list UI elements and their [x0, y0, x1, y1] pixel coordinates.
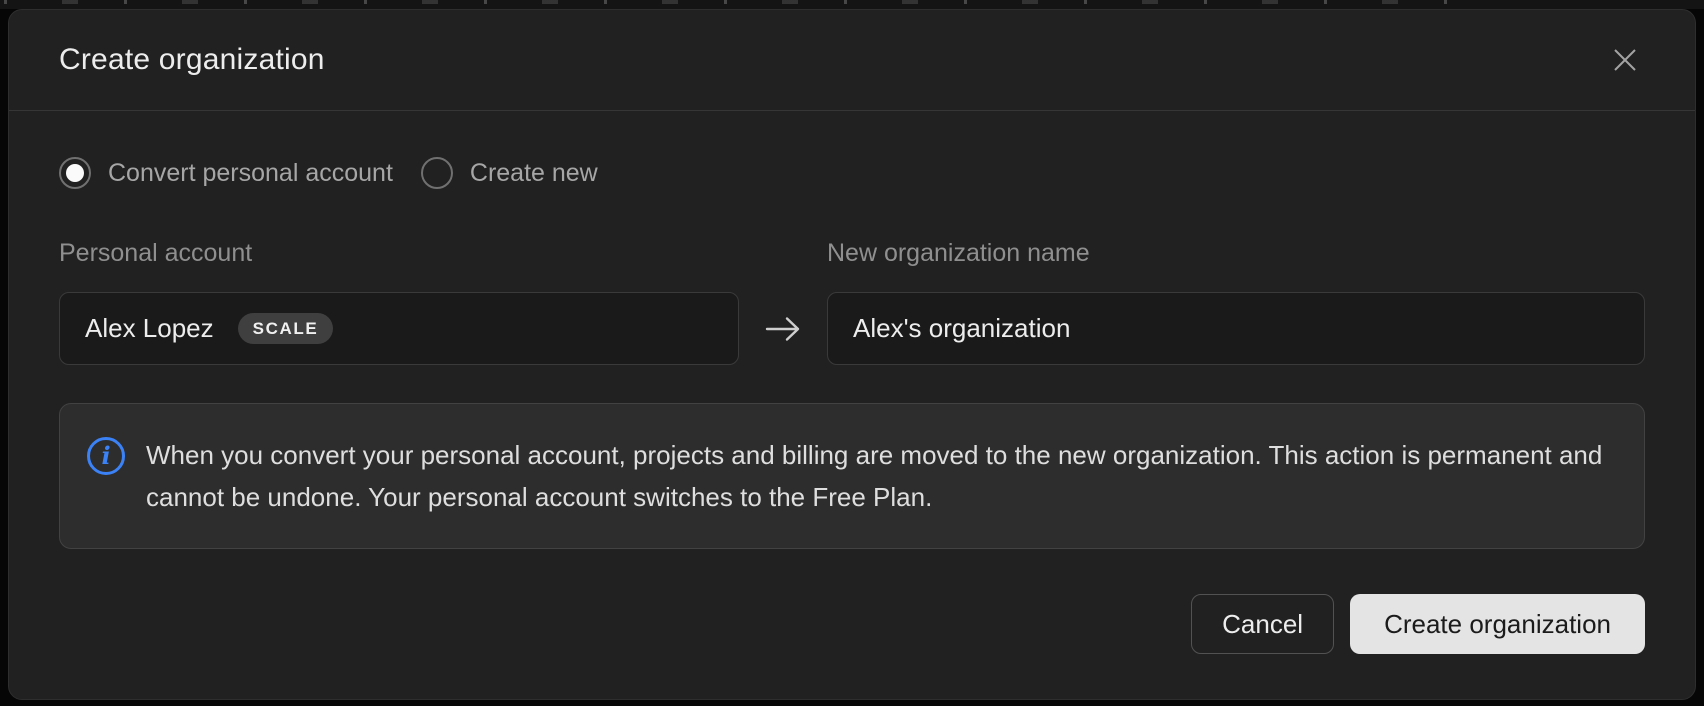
new-organization-column: New organization name — [827, 239, 1645, 365]
personal-account-label: Personal account — [59, 239, 739, 268]
arrow-right-icon — [761, 311, 805, 347]
underlying-page-strip — [0, 0, 1704, 9]
page-backdrop: Create organization Convert personal acc… — [0, 0, 1704, 706]
personal-account-field: Alex Lopez SCALE — [59, 292, 739, 365]
create-organization-dialog: Create organization Convert personal acc… — [8, 9, 1696, 700]
info-notice-text: When you convert your personal account, … — [146, 434, 1617, 518]
dialog-header: Create organization — [9, 10, 1695, 111]
radio-label: Convert personal account — [108, 159, 393, 188]
radio-label: Create new — [470, 159, 598, 188]
arrow-column — [739, 292, 827, 365]
account-mode-radio-group: Convert personal account Create new — [59, 157, 1645, 189]
personal-account-name: Alex Lopez — [85, 313, 214, 344]
cancel-button[interactable]: Cancel — [1191, 594, 1334, 654]
close-button[interactable] — [1605, 40, 1645, 80]
new-organization-name-input[interactable] — [827, 292, 1645, 365]
dialog-footer: Cancel Create organization — [59, 594, 1645, 654]
dialog-title: Create organization — [59, 43, 325, 77]
new-organization-name-label: New organization name — [827, 239, 1645, 268]
radio-unselected-icon — [421, 157, 453, 189]
dialog-body: Convert personal account Create new Pers… — [9, 111, 1695, 699]
info-notice: i When you convert your personal account… — [59, 403, 1645, 549]
radio-convert-personal-account[interactable]: Convert personal account — [59, 157, 393, 189]
close-icon — [1609, 44, 1641, 76]
radio-create-new[interactable]: Create new — [421, 157, 598, 189]
radio-selected-icon — [59, 157, 91, 189]
plan-badge: SCALE — [238, 313, 334, 344]
create-organization-button[interactable]: Create organization — [1350, 594, 1645, 654]
personal-account-column: Personal account Alex Lopez SCALE — [59, 239, 739, 365]
info-icon-glyph: i — [101, 444, 110, 468]
info-circle-icon: i — [87, 437, 125, 475]
conversion-fields: Personal account Alex Lopez SCALE New or… — [59, 239, 1645, 365]
